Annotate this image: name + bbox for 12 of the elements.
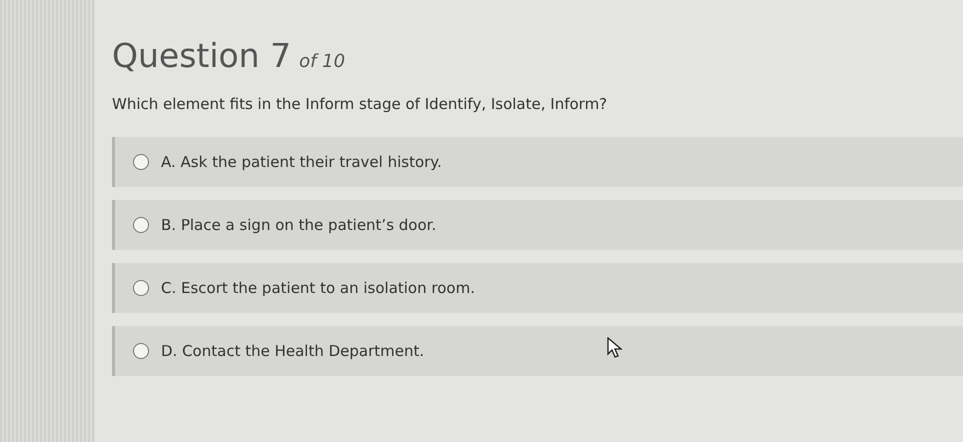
answer-option[interactable]: D. Contact the Health Department. — [112, 326, 963, 376]
radio-button[interactable] — [133, 154, 149, 170]
answer-option[interactable]: C. Escort the patient to an isolation room. — [112, 263, 963, 313]
radio-button[interactable] — [133, 217, 149, 233]
cursor-icon — [607, 337, 623, 359]
question-text: Which element fits in the Inform stage of Identify, Isolate, Inform? — [112, 95, 608, 113]
radio-button[interactable] — [133, 343, 149, 359]
radio-button[interactable] — [133, 280, 149, 296]
answer-option[interactable]: B. Place a sign on the patient’s door. — [112, 200, 963, 250]
question-count: of 10 — [299, 51, 346, 72]
question-title: Question 7 — [112, 36, 292, 75]
answer-option[interactable]: A. Ask the patient their travel history. — [112, 137, 963, 187]
